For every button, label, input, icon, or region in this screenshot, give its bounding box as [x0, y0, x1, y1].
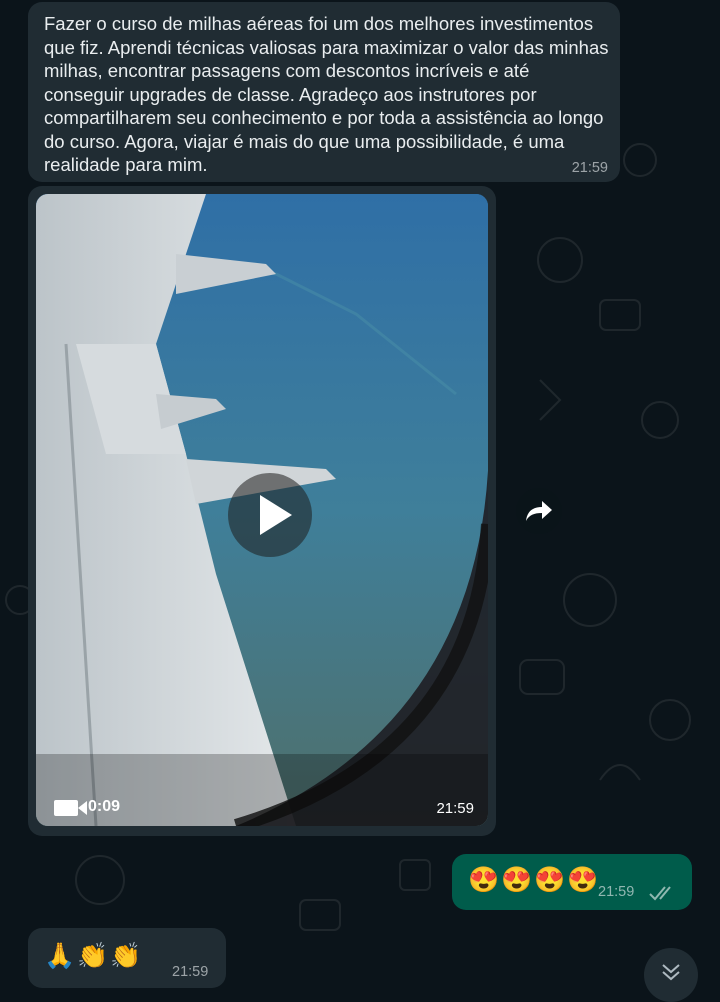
- incoming-message-bubble[interactable]: Fazer o curso de milhas aéreas foi um do…: [28, 2, 620, 182]
- forward-button[interactable]: [516, 488, 562, 534]
- message-timestamp: 21:59: [172, 964, 209, 980]
- message-text: Fazer o curso de milhas aéreas foi um do…: [44, 13, 609, 175]
- double-chevron-down-icon: [662, 964, 680, 981]
- message-timestamp: 21:59: [571, 160, 608, 176]
- message-emoji-text: 😍😍😍😍: [468, 866, 601, 894]
- play-button[interactable]: [228, 473, 312, 557]
- video-thumbnail[interactable]: 0:09 21:59: [36, 194, 488, 826]
- video-camera-icon: [54, 800, 87, 816]
- incoming-message-bubble[interactable]: 🙏👏👏 21:59: [28, 928, 226, 988]
- double-check-icon: [649, 886, 671, 901]
- outgoing-message-bubble[interactable]: 😍😍😍😍 21:59: [452, 854, 692, 910]
- incoming-video-bubble[interactable]: 0:09 21:59: [28, 186, 496, 836]
- play-icon: [260, 495, 292, 535]
- scroll-to-bottom-button[interactable]: [644, 948, 698, 1002]
- message-timestamp: 21:59: [598, 884, 635, 900]
- forward-arrow-icon: [526, 501, 552, 521]
- video-duration: 0:09: [88, 798, 121, 815]
- message-timestamp: 21:59: [436, 800, 474, 817]
- message-emoji-text: 🙏👏👏: [44, 942, 144, 970]
